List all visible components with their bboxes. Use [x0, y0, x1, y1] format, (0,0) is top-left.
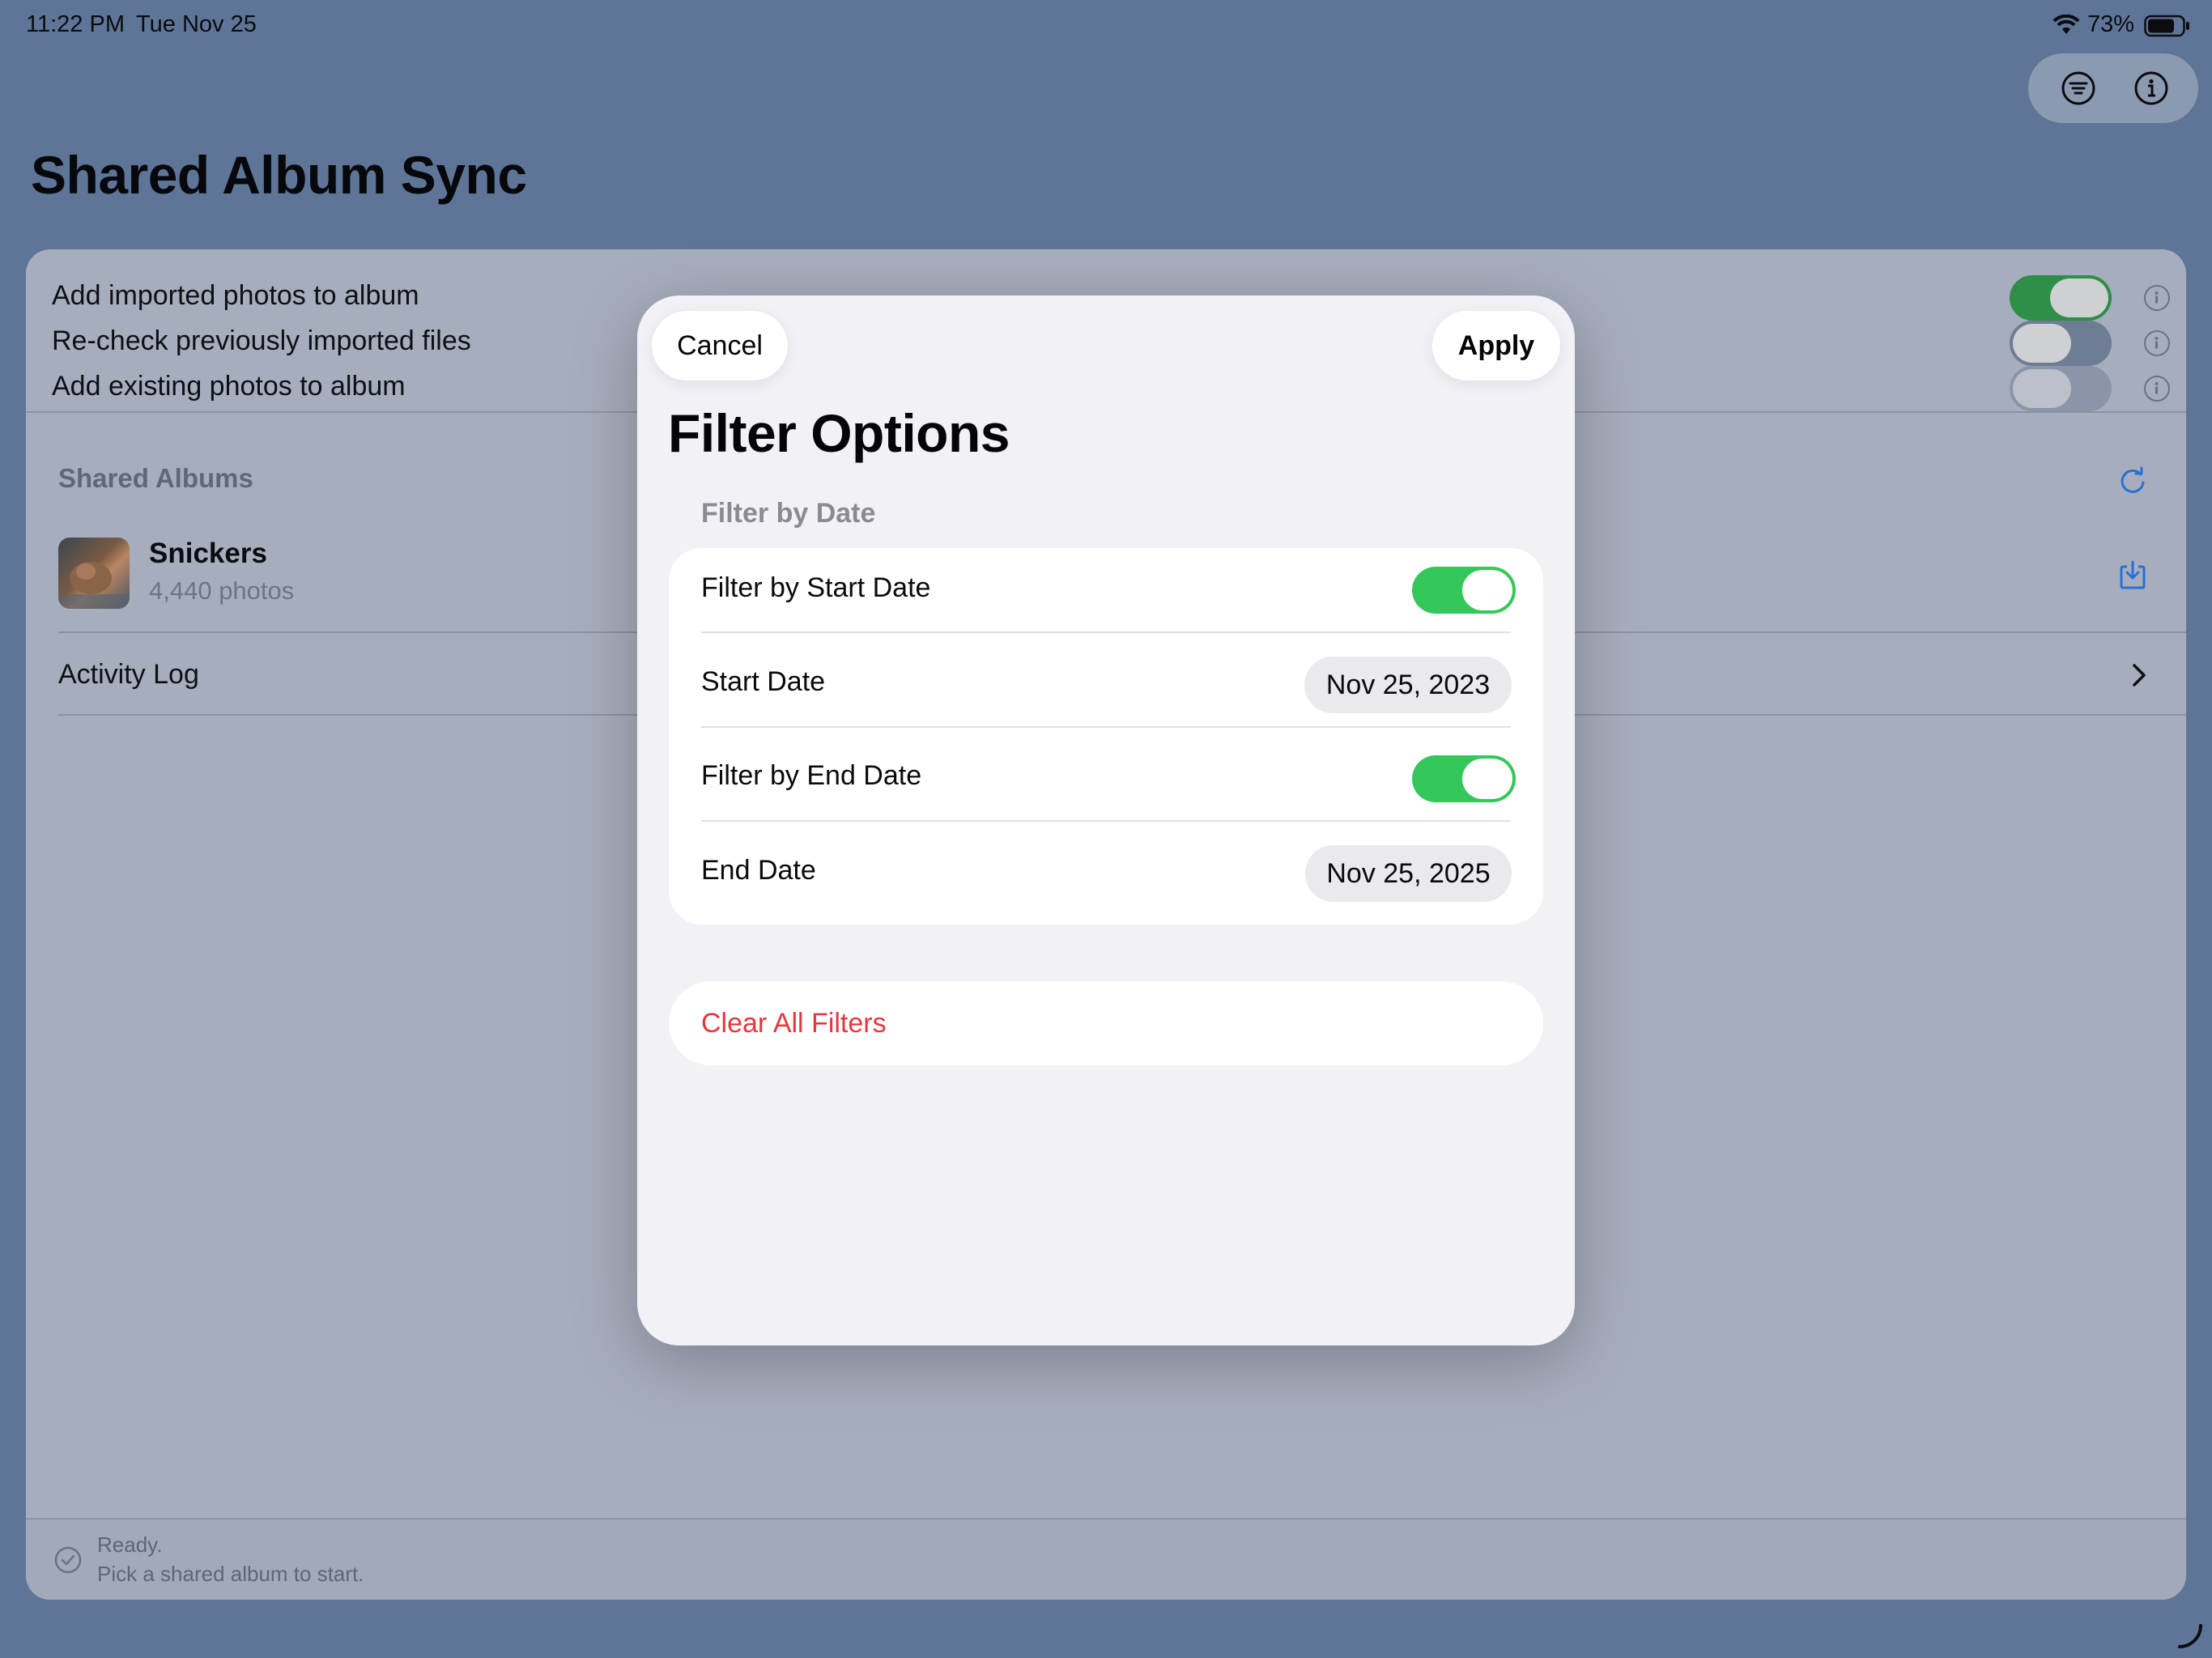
modal-title: Filter Options — [668, 403, 1010, 463]
page-title: Shared Album Sync — [31, 145, 527, 205]
section-header: Filter by Date — [701, 498, 876, 529]
status-footer: Ready. Pick a shared album to start. — [26, 1518, 2186, 1600]
download-icon — [2120, 560, 2146, 589]
toggle-knob — [2050, 278, 2108, 317]
chevron-right-icon[interactable] — [2131, 661, 2147, 690]
date-filter-group: Filter by Start Date Start Date Nov 25, … — [669, 548, 1543, 925]
filter-options-sheet: Cancel Apply Filter Options Filter by Da… — [637, 295, 1575, 1346]
toggle-knob — [2013, 369, 2071, 408]
filter-button[interactable] — [2061, 70, 2096, 106]
status-date: Tue Nov 25 — [136, 11, 257, 37]
filter-icon — [2061, 71, 2095, 105]
wifi-icon — [2052, 14, 2080, 36]
add-existing-toggle[interactable] — [2010, 366, 2112, 411]
album-count: 4,440 photos — [149, 576, 295, 605]
filter-end-label: Filter by End Date — [701, 760, 922, 791]
status-hint: Pick a shared album to start. — [97, 1562, 364, 1586]
toggle-knob — [1462, 570, 1512, 610]
info-icon — [2134, 71, 2168, 105]
option-label-add-imported: Add imported photos to album — [52, 280, 419, 311]
filter-start-toggle[interactable] — [1412, 567, 1516, 614]
info-icon[interactable] — [2144, 285, 2170, 311]
refresh-icon — [2121, 466, 2145, 493]
info-button[interactable] — [2133, 70, 2169, 106]
battery-percent: 73% — [2087, 11, 2135, 37]
status-time: 11:22 PM — [26, 11, 125, 37]
resize-handle-icon[interactable] — [2176, 1622, 2204, 1650]
album-thumbnail[interactable] — [58, 538, 130, 609]
clear-filters-group: Clear All Filters — [669, 981, 1543, 1065]
option-label-add-existing: Add existing photos to album — [52, 371, 406, 402]
end-date-picker[interactable]: Nov 25, 2025 — [1305, 845, 1512, 902]
battery-icon — [2144, 15, 2191, 37]
start-date-label: Start Date — [701, 666, 826, 697]
separator — [701, 820, 1511, 822]
toggle-knob — [1462, 759, 1512, 799]
add-imported-toggle[interactable] — [2010, 275, 2112, 321]
toggle-knob — [2013, 324, 2071, 363]
info-icon[interactable] — [2144, 376, 2170, 402]
start-date-picker[interactable]: Nov 25, 2023 — [1304, 657, 1512, 713]
checkmark-circle-icon — [53, 1545, 83, 1575]
info-icon[interactable] — [2144, 330, 2170, 356]
clear-all-filters-button[interactable]: Clear All Filters — [701, 1008, 887, 1039]
separator — [701, 726, 1511, 728]
activity-log-label[interactable]: Activity Log — [58, 659, 199, 691]
filter-end-toggle[interactable] — [1412, 755, 1516, 802]
filter-start-label: Filter by Start Date — [701, 572, 931, 603]
separator — [701, 631, 1511, 633]
recheck-toggle[interactable] — [2010, 321, 2112, 366]
album-name[interactable]: Snickers — [149, 538, 267, 570]
apply-button[interactable]: Apply — [1432, 311, 1560, 380]
toolbar — [2028, 53, 2198, 123]
import-button[interactable] — [2118, 559, 2147, 591]
shared-albums-header: Shared Albums — [58, 463, 253, 493]
cancel-button[interactable]: Cancel — [652, 311, 788, 380]
status-text: Ready. — [97, 1533, 163, 1557]
refresh-button[interactable] — [2116, 465, 2149, 497]
end-date-label: End Date — [701, 855, 816, 886]
option-label-recheck: Re-check previously imported files — [52, 325, 471, 356]
